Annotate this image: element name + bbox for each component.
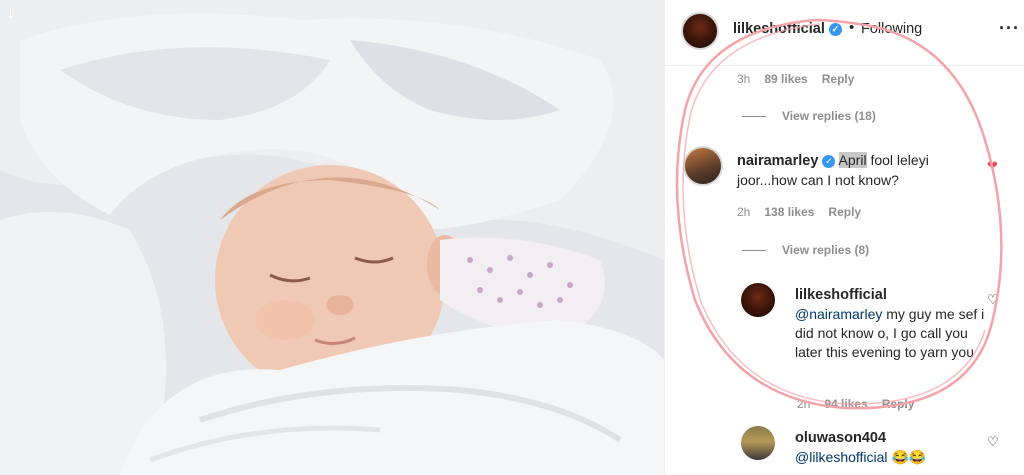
comment-body: oluwason404 @lilkeshofficial 😂😂 [795, 428, 985, 467]
highlighted-text: April [838, 152, 867, 168]
avatar[interactable] [683, 146, 723, 186]
reply-button[interactable]: Reply [882, 397, 915, 411]
post-photo: ↓ [0, 0, 664, 475]
mention-link[interactable]: @lilkeshofficial [795, 449, 888, 465]
comment-meta: 2h 138 likes Reply [737, 205, 875, 219]
reply-username[interactable]: lilkeshofficial [795, 287, 887, 303]
view-replies-button[interactable]: View replies (8) [742, 243, 869, 257]
avatar[interactable] [741, 283, 775, 317]
reply-button[interactable]: Reply [822, 72, 855, 86]
comment-likes[interactable]: 89 likes [764, 72, 807, 86]
liked-heart-icon[interactable]: ❤ [987, 158, 998, 174]
view-replies-label[interactable]: View replies (18) [782, 109, 876, 123]
down-arrow-icon[interactable]: ↓ [6, 2, 26, 22]
reply-likes[interactable]: 94 likes [824, 397, 867, 411]
header-username[interactable]: lilkeshofficial ✓ [733, 21, 842, 37]
comment-meta: 3h 89 likes Reply [737, 72, 868, 86]
emoji-text: 😂😂 [891, 449, 927, 465]
comment-body: nairamarley ✓ April fool leleyi joor...ho… [737, 151, 977, 190]
reply-meta: 2h 94 likes Reply [797, 397, 928, 411]
comment-time[interactable]: 3h [737, 72, 750, 86]
post-header: lilkeshofficial ✓ • Following ··· [665, 0, 1024, 66]
verified-badge-icon: ✓ [828, 23, 842, 36]
reply-button[interactable]: Reply [828, 205, 861, 219]
comments-panel: lilkeshofficial ✓ • Following ··· 3h 89 li… [664, 0, 1024, 475]
view-replies-line [742, 116, 766, 118]
reply-body: lilkeshofficial @nairamarley my guy me s… [795, 285, 985, 362]
baby-photo-illustration [0, 0, 664, 475]
mention-link[interactable]: @nairamarley [795, 306, 882, 322]
header-username-text[interactable]: lilkeshofficial [733, 21, 825, 37]
comment-time[interactable]: 2h [737, 205, 750, 219]
avatar[interactable] [681, 12, 719, 50]
comment-likes[interactable]: 138 likes [764, 205, 814, 219]
reply-time[interactable]: 2h [797, 397, 810, 411]
view-replies-line [742, 250, 766, 252]
following-button[interactable]: Following [861, 21, 922, 37]
more-options-icon[interactable]: ··· [999, 18, 1020, 39]
verified-badge-icon: ✓ [822, 155, 836, 168]
view-replies-button[interactable]: View replies (18) [742, 109, 876, 123]
comment-username[interactable]: oluwason404 [795, 430, 886, 446]
view-replies-label[interactable]: View replies (8) [782, 243, 869, 257]
heart-icon[interactable]: ♡ [987, 292, 999, 308]
comment-username[interactable]: nairamarley [737, 153, 818, 169]
avatar[interactable] [741, 426, 775, 460]
separator-dot: • [849, 19, 855, 36]
heart-icon[interactable]: ♡ [987, 434, 999, 450]
